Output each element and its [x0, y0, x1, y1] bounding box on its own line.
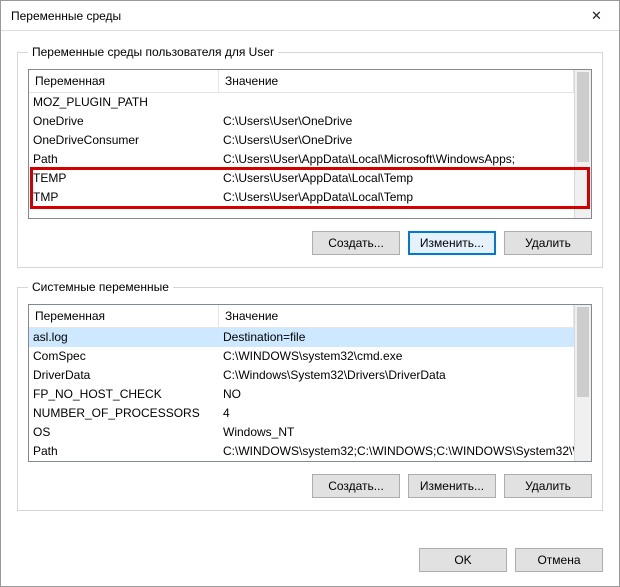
scrollbar-thumb[interactable]	[577, 72, 589, 162]
table-row[interactable]: PathC:\WINDOWS\system32;C:\WINDOWS;C:\WI…	[29, 442, 574, 461]
var-value: C:\Users\User\AppData\Local\Temp	[219, 169, 574, 188]
column-header-row[interactable]: ПеременнаяЗначение	[29, 305, 574, 328]
system-vars-group: Системные переменные ПеременнаяЗначениеa…	[17, 280, 603, 511]
var-name: TMP	[29, 188, 219, 207]
client-area: Переменные среды пользователя для User П…	[1, 31, 619, 542]
scrollbar[interactable]	[574, 70, 591, 218]
table-row[interactable]: MOZ_PLUGIN_PATH	[29, 93, 574, 112]
var-name: FP_NO_HOST_CHECK	[29, 385, 219, 404]
var-name: asl.log	[29, 328, 219, 347]
var-value: NO	[219, 385, 574, 404]
var-name: NUMBER_OF_PROCESSORS	[29, 404, 219, 423]
var-name: Path	[29, 150, 219, 169]
cancel-button[interactable]: Отмена	[515, 548, 603, 572]
titlebar: Переменные среды ✕	[1, 1, 619, 31]
var-name: DriverData	[29, 366, 219, 385]
var-value: C:\WINDOWS\system32;C:\WINDOWS;C:\WINDOW…	[219, 442, 574, 461]
user-new-button[interactable]: Создать...	[312, 231, 400, 255]
system-vars-buttons: Создать... Изменить... Удалить	[28, 474, 592, 498]
column-header-value[interactable]: Значение	[219, 70, 574, 92]
column-header-row[interactable]: ПеременнаяЗначение	[29, 70, 574, 93]
var-name: TEMP	[29, 169, 219, 188]
var-value: 4	[219, 404, 574, 423]
var-value: C:\Users\User\OneDrive	[219, 131, 574, 150]
column-header-variable[interactable]: Переменная	[29, 305, 219, 327]
env-vars-dialog: Переменные среды ✕ Переменные среды поль…	[0, 0, 620, 587]
table-row[interactable]: asl.logDestination=file	[29, 328, 574, 347]
var-value: C:\Users\User\OneDrive	[219, 112, 574, 131]
var-name: ComSpec	[29, 347, 219, 366]
var-value	[219, 93, 574, 112]
system-edit-button[interactable]: Изменить...	[408, 474, 496, 498]
column-header-variable[interactable]: Переменная	[29, 70, 219, 92]
table-row[interactable]: OneDriveC:\Users\User\OneDrive	[29, 112, 574, 131]
var-name: MOZ_PLUGIN_PATH	[29, 93, 219, 112]
ok-button[interactable]: OK	[419, 548, 507, 572]
column-header-value[interactable]: Значение	[219, 305, 574, 327]
var-name: Path	[29, 442, 219, 461]
var-value: C:\Windows\System32\Drivers\DriverData	[219, 366, 574, 385]
table-row[interactable]: TMPC:\Users\User\AppData\Local\Temp	[29, 188, 574, 207]
var-value: C:\Users\User\AppData\Local\Temp	[219, 188, 574, 207]
table-row[interactable]: TEMPC:\Users\User\AppData\Local\Temp	[29, 169, 574, 188]
var-value: Destination=file	[219, 328, 574, 347]
var-name: OS	[29, 423, 219, 442]
var-value: C:\Users\User\AppData\Local\Microsoft\Wi…	[219, 150, 574, 169]
user-vars-group: Переменные среды пользователя для User П…	[17, 45, 603, 268]
var-name: OneDriveConsumer	[29, 131, 219, 150]
table-row[interactable]: FP_NO_HOST_CHECKNO	[29, 385, 574, 404]
user-vars-list[interactable]: ПеременнаяЗначениеMOZ_PLUGIN_PATHOneDriv…	[28, 69, 592, 219]
system-delete-button[interactable]: Удалить	[504, 474, 592, 498]
table-row[interactable]: NUMBER_OF_PROCESSORS4	[29, 404, 574, 423]
table-row[interactable]: DriverDataC:\Windows\System32\Drivers\Dr…	[29, 366, 574, 385]
system-vars-list[interactable]: ПеременнаяЗначениеasl.logDestination=fil…	[28, 304, 592, 462]
system-new-button[interactable]: Создать...	[312, 474, 400, 498]
table-row[interactable]: OSWindows_NT	[29, 423, 574, 442]
var-name: OneDrive	[29, 112, 219, 131]
user-vars-legend: Переменные среды пользователя для User	[28, 45, 278, 59]
close-icon[interactable]: ✕	[574, 1, 619, 31]
scrollbar-thumb[interactable]	[577, 307, 589, 397]
user-delete-button[interactable]: Удалить	[504, 231, 592, 255]
var-value: Windows_NT	[219, 423, 574, 442]
dialog-buttons: OK Отмена	[1, 542, 619, 586]
scrollbar[interactable]	[574, 305, 591, 461]
system-vars-legend: Системные переменные	[28, 280, 173, 294]
window-title: Переменные среды	[11, 9, 121, 23]
var-value: C:\WINDOWS\system32\cmd.exe	[219, 347, 574, 366]
user-vars-buttons: Создать... Изменить... Удалить	[28, 231, 592, 255]
user-edit-button[interactable]: Изменить...	[408, 231, 496, 255]
table-row[interactable]: OneDriveConsumerC:\Users\User\OneDrive	[29, 131, 574, 150]
table-row[interactable]: PathC:\Users\User\AppData\Local\Microsof…	[29, 150, 574, 169]
table-row[interactable]: ComSpecC:\WINDOWS\system32\cmd.exe	[29, 347, 574, 366]
